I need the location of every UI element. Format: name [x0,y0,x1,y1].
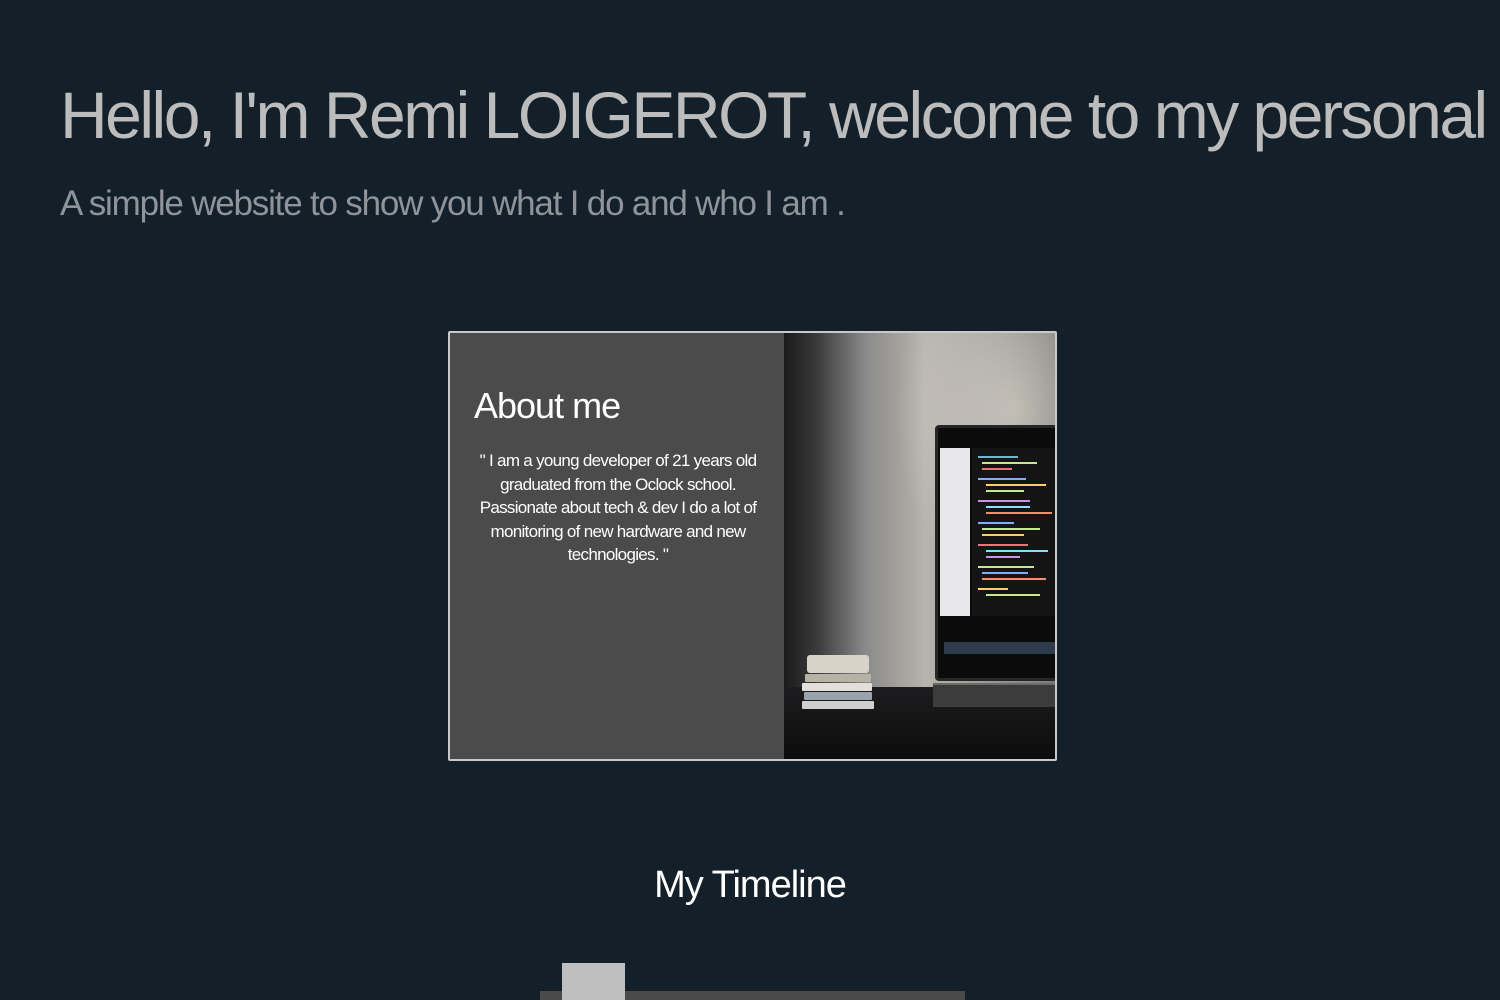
books-stack [802,651,874,709]
dock-bar [944,642,1055,654]
about-text-panel: About me " I am a young developer of 21 … [450,333,784,759]
code-editor [972,448,1055,616]
hero-subtitle: A simple website to show you what I do a… [60,184,846,223]
hero-title-text: Hello, I'm Remi LOIGEROT, welcome to my … [60,78,1500,152]
hero-title: Hello, I'm Remi LOIGEROT, welcome to my … [60,72,1500,156]
timeline-title: My Timeline [654,864,847,906]
editor-sidebar [940,448,970,616]
about-title: About me [474,385,621,426]
laptop-photo [784,333,1055,759]
laptop-base [933,683,1055,707]
about-quote: " I am a young developer of 21 years old… [479,451,757,564]
laptop-screen [935,425,1055,681]
timeline-handle[interactable] [562,963,625,1000]
about-card: About me " I am a young developer of 21 … [448,331,1057,761]
